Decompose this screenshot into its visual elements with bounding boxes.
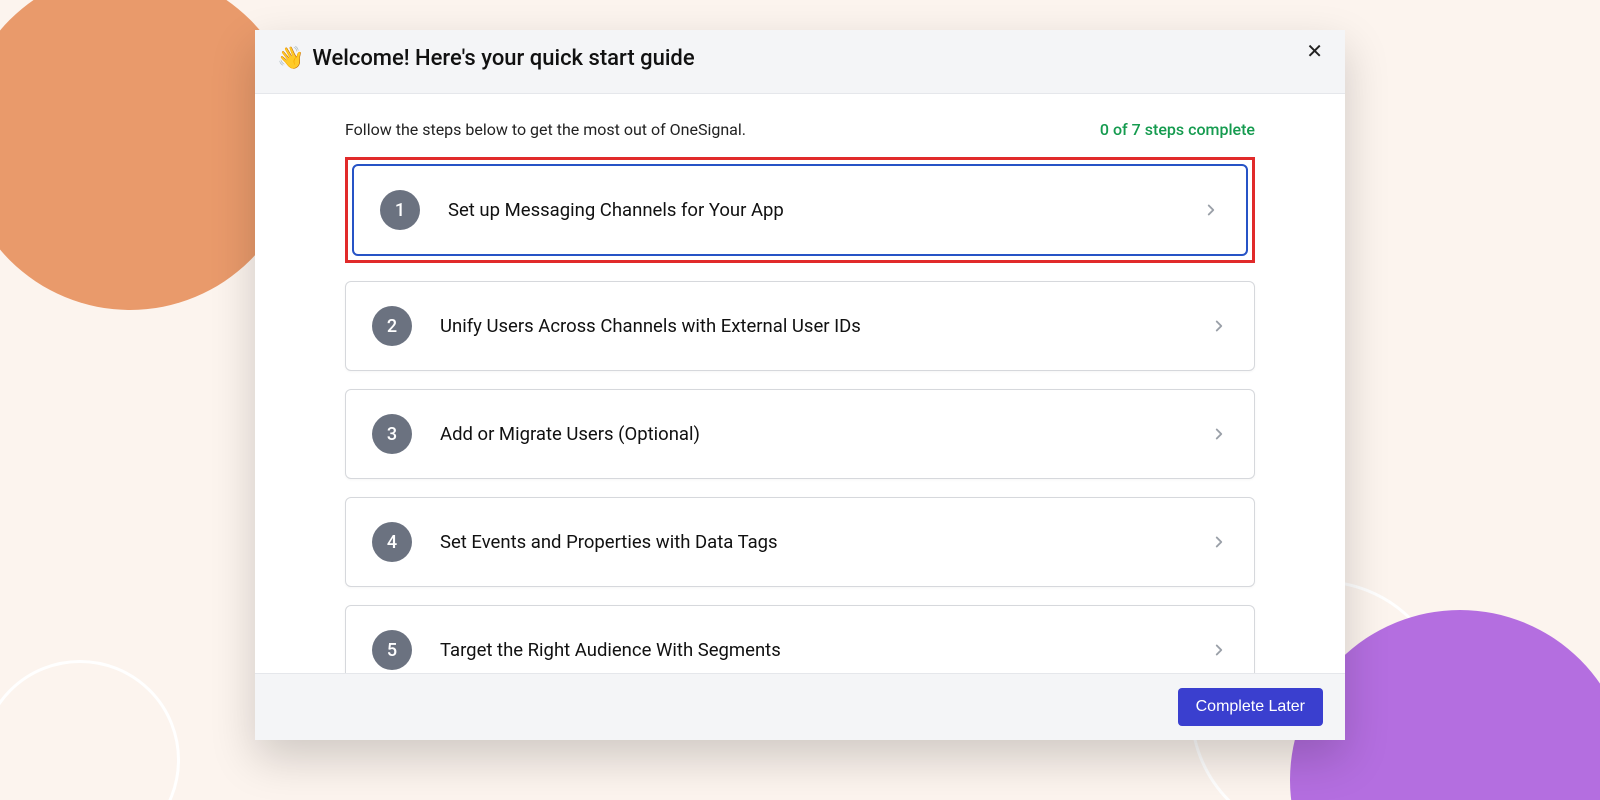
intro-text: Follow the steps below to get the most o… — [345, 120, 746, 139]
step-number-badge: 3 — [372, 414, 412, 454]
chevron-right-icon — [1202, 201, 1220, 219]
modal-body: Follow the steps below to get the most o… — [255, 94, 1345, 673]
modal-footer: Complete Later — [255, 673, 1345, 740]
chevron-right-icon — [1210, 317, 1228, 335]
step-number-badge: 2 — [372, 306, 412, 346]
step-card-5[interactable]: 5 Target the Right Audience With Segment… — [345, 605, 1255, 673]
close-button[interactable]: ✕ — [1300, 40, 1329, 64]
step-label: Unify Users Across Channels with Externa… — [440, 315, 1182, 337]
step-number-badge: 5 — [372, 630, 412, 670]
modal-title-text: Welcome! Here's your quick start guide — [312, 46, 694, 71]
progress-text: 0 of 7 steps complete — [1100, 120, 1255, 139]
modal-header: 👋 Welcome! Here's your quick start guide… — [255, 30, 1345, 94]
background-decor-ring-left — [0, 660, 180, 800]
step-label: Add or Migrate Users (Optional) — [440, 423, 1182, 445]
complete-later-button[interactable]: Complete Later — [1178, 688, 1323, 726]
modal-title: 👋 Welcome! Here's your quick start guide — [277, 46, 695, 71]
step-label: Target the Right Audience With Segments — [440, 639, 1182, 661]
step-number-badge: 1 — [380, 190, 420, 230]
quick-start-modal: 👋 Welcome! Here's your quick start guide… — [255, 30, 1345, 740]
chevron-right-icon — [1210, 425, 1228, 443]
chevron-right-icon — [1210, 641, 1228, 659]
chevron-right-icon — [1210, 533, 1228, 551]
step-card-2[interactable]: 2 Unify Users Across Channels with Exter… — [345, 281, 1255, 371]
wave-emoji: 👋 — [277, 46, 304, 71]
step-card-1[interactable]: 1 Set up Messaging Channels for Your App — [352, 164, 1248, 256]
step-card-3[interactable]: 3 Add or Migrate Users (Optional) — [345, 389, 1255, 479]
close-icon: ✕ — [1306, 41, 1323, 63]
steps-list: 2 Unify Users Across Channels with Exter… — [345, 281, 1255, 673]
step-label: Set up Messaging Channels for Your App — [448, 199, 1174, 221]
step-highlight-frame: 1 Set up Messaging Channels for Your App — [345, 157, 1255, 263]
step-label: Set Events and Properties with Data Tags — [440, 531, 1182, 553]
step-card-4[interactable]: 4 Set Events and Properties with Data Ta… — [345, 497, 1255, 587]
step-number-badge: 4 — [372, 522, 412, 562]
intro-row: Follow the steps below to get the most o… — [345, 120, 1255, 139]
